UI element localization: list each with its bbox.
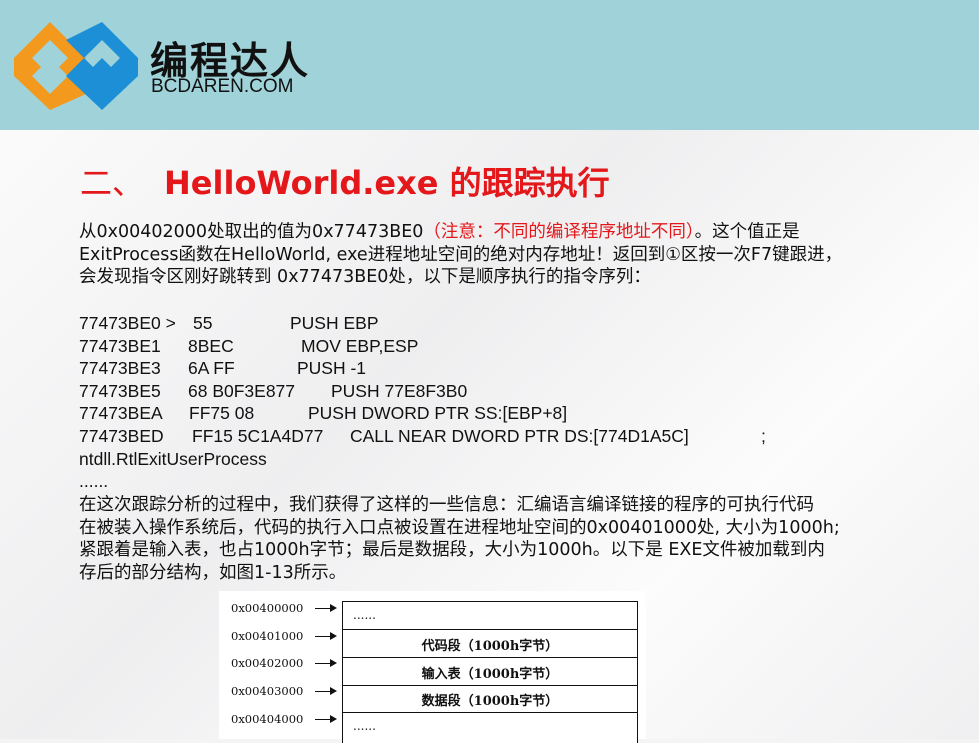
segment-label: 代码段（1000h字节） — [421, 639, 559, 654]
code-bytes: 6A FF — [188, 358, 235, 379]
code-instruction: PUSH EBP — [290, 313, 379, 333]
code-address: 77473BE3 — [79, 358, 161, 379]
code-address: 77473BE5 — [79, 380, 161, 401]
figure-address: 0x00404000 — [231, 712, 304, 726]
arrow-right-icon — [315, 715, 337, 723]
figure-top-dots: ...... — [353, 608, 376, 622]
memory-block-import: 输入表（1000h字节） — [342, 657, 638, 686]
code-instruction: PUSH -1 — [297, 358, 367, 379]
section-title: 二、 HelloWorld.exe 的跟踪执行 — [80, 158, 610, 204]
brand-name-en: BCDAREN.COM — [151, 76, 294, 97]
memory-block-header: ...... — [342, 601, 638, 630]
figure-address: 0x00401000 — [231, 629, 304, 643]
code-bytes: 68 B0F3E877 — [188, 380, 296, 401]
code-line: 77473BE3 6A FF PUSH -1 — [79, 357, 366, 380]
intro-paragraph: 从0x00402000处取出的值为0x77473BE0（注意：不同的编译程序地址… — [79, 221, 899, 289]
memory-block-code: 代码段（1000h字节） — [342, 629, 638, 658]
code-line: 77473BE0 > 55 PUSH EBP — [79, 312, 379, 335]
intro-note: （注意：不同的编译程序地址不同） — [423, 222, 695, 242]
intro-line-1: 从0x00402000处取出的值为0x77473BE0（注意：不同的编译程序地址… — [79, 221, 899, 244]
header-banner: 编程达人 BCDAREN.COM — [0, 0, 979, 130]
intro-line-2: ExitProcess函数在HelloWorld, exe进程地址空间的绝对内存… — [79, 244, 843, 265]
code-instruction: PUSH DWORD PTR SS:[EBP+8] — [308, 403, 568, 424]
code-continuation: ntdll.RtlExitUserProcess — [79, 448, 267, 469]
code-instruction: MOV EBP,ESP — [301, 335, 419, 356]
code-bytes: FF75 08 — [189, 403, 255, 424]
intro-text-b: 。这个值正是 — [694, 222, 800, 242]
code-line: 77473BEA FF75 08 PUSH DWORD PTR SS:[EBP+… — [79, 402, 567, 425]
code-address: 77473BE0 > — [79, 313, 176, 333]
figure-address: 0x00403000 — [231, 684, 304, 698]
code-address: 77473BEA — [79, 403, 163, 424]
bcdaren-logo-icon — [14, 22, 138, 110]
arrow-right-icon — [315, 687, 337, 695]
code-bytes: 55 — [193, 313, 213, 333]
summary-paragraph: 在这次跟踪分析的过程中，我们获得了这样的一些信息：汇编语言编译链接的程序的可执行… — [79, 494, 899, 584]
segment-label: 数据段（1000h字节） — [421, 694, 559, 709]
instruction-listing: 77473BE0 > 55 PUSH EBP 77473BE1 8BEC MOV… — [79, 312, 766, 493]
summary-line-1: 在这次跟踪分析的过程中，我们获得了这样的一些信息：汇编语言编译链接的程序的可执行… — [79, 495, 814, 515]
code-line: 77473BED FF15 5C1A4D77 CALL NEAR DWORD P… — [79, 425, 766, 448]
section-title-text: HelloWorld.exe 的跟踪执行 — [164, 164, 610, 202]
segment-label: 输入表（1000h字节） — [421, 667, 559, 682]
arrow-right-icon — [315, 632, 337, 640]
code-instruction: PUSH 77E8F3B0 — [331, 380, 468, 401]
memory-layout-figure: 0x00400000 0x00401000 0x00402000 0x00403… — [219, 591, 646, 743]
figure-address: 0x00400000 — [231, 601, 304, 615]
code-bytes: 8BEC — [188, 335, 234, 356]
code-instruction: CALL NEAR DWORD PTR DS:[774D1A5C] — [350, 425, 689, 446]
summary-line-4: 存后的部分结构，如图1-13所示。 — [79, 562, 347, 583]
intro-text-a: 从0x00402000处取出的值为0x77473BE0 — [79, 222, 424, 242]
summary-line-2: 在被装入操作系统后，代码的执行入口点被设置在进程地址空间的0x00401000处… — [79, 517, 840, 538]
code-ellipsis: ...... — [79, 471, 109, 492]
memory-block-data: 数据段（1000h字节） — [342, 685, 638, 713]
code-comment: ; — [761, 425, 766, 446]
arrow-right-icon — [315, 604, 337, 612]
code-address: 77473BED — [79, 425, 164, 446]
code-address: 77473BE1 — [79, 335, 161, 356]
intro-line-3: 会发现指令区刚好跳转到 0x77473BE0处，以下是顺序执行的指令序列： — [79, 267, 651, 287]
code-bytes: FF15 5C1A4D77 — [192, 425, 324, 446]
arrow-right-icon — [315, 659, 337, 667]
summary-line-3: 紧跟着是输入表，也占1000h字节；最后是数据段，大小为1000h。以下是 EX… — [79, 540, 825, 560]
memory-block-footer: ...... — [342, 712, 638, 743]
code-line: 77473BE5 68 B0F3E877 PUSH 77E8F3B0 — [79, 380, 467, 403]
figure-bottom-dots: ...... — [353, 719, 376, 733]
section-number: 二、 — [80, 164, 145, 202]
code-line: 77473BE1 8BEC MOV EBP,ESP — [79, 335, 418, 358]
figure-address: 0x00402000 — [231, 656, 304, 670]
